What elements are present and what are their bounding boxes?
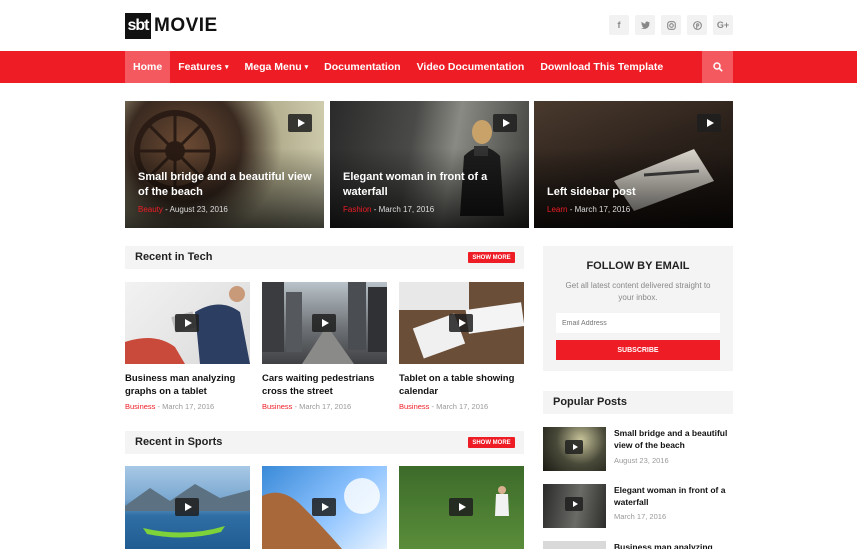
post-thumbnail[interactable] — [125, 282, 250, 364]
category-link[interactable]: Business — [125, 402, 155, 411]
nav-item-mega-menu[interactable]: Mega Menu ▾ — [236, 51, 316, 83]
play-icon[interactable] — [449, 498, 473, 516]
category-link[interactable]: Learn — [547, 205, 567, 214]
show-more-button[interactable]: SHOW MORE — [468, 252, 515, 263]
chevron-down-icon: ▾ — [304, 64, 309, 71]
post-title[interactable]: Cars waiting pedestrians cross the stree… — [262, 372, 387, 398]
category-link[interactable]: Beauty — [138, 205, 163, 214]
site-header: sbt MOVIE f G+ — [0, 0, 857, 51]
popular-post-title[interactable]: Business man analyzing — [614, 541, 734, 549]
nav-item-video-documentation[interactable]: Video Documentation — [409, 51, 533, 83]
category-link[interactable]: Business — [262, 402, 292, 411]
twitter-icon[interactable] — [635, 15, 655, 35]
logo-badge: sbt — [125, 13, 151, 39]
popular-post-thumbnail[interactable] — [543, 484, 606, 528]
play-icon[interactable] — [449, 314, 473, 332]
post-thumbnail[interactable] — [399, 466, 524, 549]
chevron-down-icon: ▾ — [224, 64, 229, 71]
section-header-tech: Recent in Tech SHOW MORE — [125, 246, 524, 269]
nav-item-features[interactable]: Features ▾ — [170, 51, 236, 83]
popular-post-thumbnail[interactable] — [543, 541, 606, 549]
search-icon — [712, 62, 723, 72]
popular-post-date: August 23, 2016 — [614, 456, 669, 465]
post-title[interactable]: Business man analyzing graphs on a table… — [125, 372, 250, 398]
section-title: Recent in Tech — [135, 251, 213, 263]
play-icon[interactable] — [565, 497, 583, 511]
play-icon[interactable] — [175, 314, 199, 332]
play-icon[interactable] — [288, 114, 312, 132]
pinterest-icon[interactable] — [687, 15, 707, 35]
play-icon[interactable] — [312, 314, 336, 332]
featured-meta: Fashion - March 17, 2016 — [343, 205, 435, 214]
site-logo[interactable]: sbt MOVIE — [125, 13, 218, 39]
popular-post-date: March 17, 2016 — [614, 512, 667, 521]
widget-description: Get all latest content delivered straigh… — [565, 281, 711, 302]
google-plus-icon[interactable]: G+ — [713, 15, 733, 35]
popular-post-thumbnail[interactable] — [543, 427, 606, 471]
post-meta: Business - March 17, 2016 — [399, 402, 489, 411]
play-icon[interactable] — [175, 498, 199, 516]
social-links: f G+ — [609, 15, 733, 35]
nav-item-documentation[interactable]: Documentation — [316, 51, 408, 83]
play-icon[interactable] — [312, 498, 336, 516]
widget-title: Popular Posts — [553, 396, 627, 408]
popular-posts-header: Popular Posts — [543, 391, 733, 414]
category-link[interactable]: Fashion — [343, 205, 371, 214]
popular-post-title[interactable]: Small bridge and a beautiful view of the… — [614, 427, 734, 451]
instagram-icon[interactable] — [661, 15, 681, 35]
category-link[interactable]: Business — [399, 402, 429, 411]
nav-item-home[interactable]: Home — [125, 51, 171, 83]
popular-post-title[interactable]: Elegant woman in front of a waterfall — [614, 484, 734, 508]
featured-post-1[interactable]: Small bridge and a beautiful view of the… — [125, 101, 324, 228]
post-thumbnail[interactable] — [262, 282, 387, 364]
play-icon[interactable] — [565, 440, 583, 454]
main-navigation: Home Features ▾ Mega Menu ▾ Documentation … — [0, 51, 857, 83]
featured-title[interactable]: Left sidebar post — [547, 185, 723, 200]
subscribe-button[interactable]: SUBSCRIBE — [556, 340, 720, 360]
post-title[interactable]: Tablet on a table showing calendar — [399, 372, 524, 398]
follow-by-email-widget: FOLLOW BY EMAIL Get all latest content d… — [543, 246, 733, 371]
post-meta: Business - March 17, 2016 — [262, 402, 352, 411]
logo-text: MOVIE — [154, 15, 218, 36]
featured-post-2[interactable]: Elegant woman in front of a waterfall Fa… — [330, 101, 529, 228]
show-more-button[interactable]: SHOW MORE — [468, 437, 515, 448]
section-title: Recent in Sports — [135, 436, 223, 448]
featured-post-3[interactable]: Left sidebar post Learn - March 17, 2016 — [534, 101, 733, 228]
featured-meta: Learn - March 17, 2016 — [547, 205, 631, 214]
widget-title: FOLLOW BY EMAIL — [586, 260, 690, 272]
featured-meta: Beauty - August 23, 2016 — [138, 205, 228, 214]
section-header-sports: Recent in Sports SHOW MORE — [125, 431, 524, 454]
facebook-icon[interactable]: f — [609, 15, 629, 35]
play-icon[interactable] — [493, 114, 517, 132]
post-thumbnail[interactable] — [125, 466, 250, 549]
featured-title[interactable]: Small bridge and a beautiful view of the… — [138, 170, 314, 200]
post-thumbnail[interactable] — [399, 282, 524, 364]
search-button[interactable] — [702, 51, 733, 83]
post-thumbnail[interactable] — [262, 466, 387, 549]
nav-item-download-template[interactable]: Download This Template — [532, 51, 671, 83]
email-field[interactable] — [556, 313, 720, 333]
featured-title[interactable]: Elegant woman in front of a waterfall — [343, 170, 519, 200]
post-meta: Business - March 17, 2016 — [125, 402, 215, 411]
play-icon[interactable] — [697, 114, 721, 132]
